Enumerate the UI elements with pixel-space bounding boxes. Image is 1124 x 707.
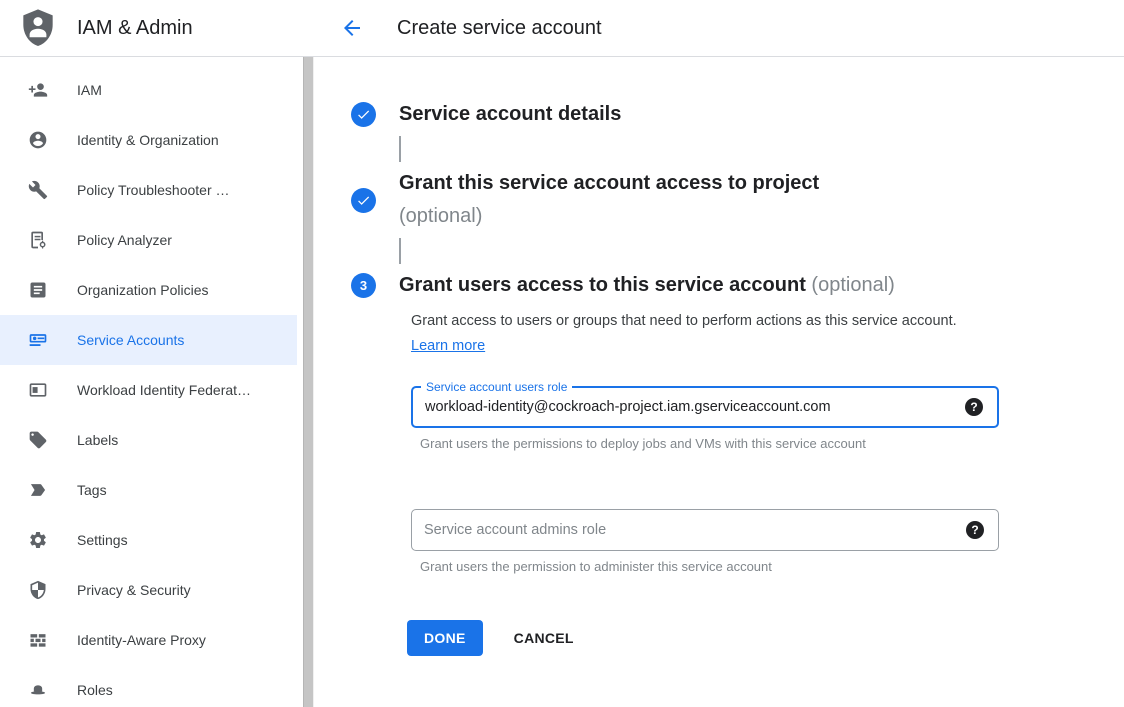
sidebar-scrollbar[interactable] (303, 57, 313, 707)
main-content: Service account details Grant this servi… (313, 57, 1124, 707)
sidebar-item-label: Policy Troubleshooter … (77, 182, 230, 198)
step-1-title: Service account details (399, 98, 621, 131)
sidebar-item-privacy-security[interactable]: Privacy & Security (0, 565, 297, 615)
sidebar-item-label: Policy Analyzer (77, 232, 172, 248)
page-title: Create service account (397, 0, 602, 57)
product-title: IAM & Admin (77, 0, 193, 57)
step-1-check-icon (351, 102, 376, 127)
wrench-icon (28, 180, 48, 200)
sidebar-item-iam[interactable]: IAM (0, 65, 297, 115)
service-account-users-role-input[interactable] (413, 388, 997, 426)
sidebar-item-label: Privacy & Security (77, 582, 191, 598)
step-2-title: Grant this service account access to pro… (399, 167, 899, 233)
sidebar-item-identity-aware-proxy[interactable]: Identity-Aware Proxy (0, 615, 297, 665)
done-button[interactable]: DONE (407, 620, 483, 656)
sidebar-nav: IAM Identity & Organization Policy Troub… (0, 57, 313, 707)
step-3-body: Grant access to users or groups that nee… (411, 309, 1124, 656)
sidebar-item-label: Settings (77, 532, 128, 548)
users-role-helper-text: Grant users the permissions to deploy jo… (411, 436, 991, 451)
step-1-row: Service account details (351, 98, 1124, 131)
gear-icon (28, 530, 48, 550)
step-3-row: 3 Grant users access to this service acc… (351, 269, 1124, 302)
sidebar-item-label: Labels (77, 432, 118, 448)
person-add-icon (28, 80, 48, 100)
sidebar-item-label: IAM (77, 82, 102, 98)
step-connector (399, 238, 401, 264)
sidebar-item-policy-troubleshooter[interactable]: Policy Troubleshooter … (0, 165, 297, 215)
sidebar-item-organization-policies[interactable]: Organization Policies (0, 265, 297, 315)
sidebar-item-roles[interactable]: Roles (0, 665, 297, 707)
hat-icon (28, 680, 48, 700)
step-3-description: Grant access to users or groups that nee… (411, 309, 967, 359)
sidebar-item-label: Identity-Aware Proxy (77, 632, 206, 648)
proxy-grid-icon (28, 630, 48, 650)
arrow-left-icon (340, 16, 364, 40)
badge-card-icon (28, 380, 48, 400)
sidebar-item-settings[interactable]: Settings (0, 515, 297, 565)
users-role-field: Service account users role ? (411, 386, 999, 428)
iam-shield-person-icon (22, 9, 54, 47)
step-connector (399, 136, 401, 162)
account-circle-icon (28, 130, 48, 150)
step-3-number-badge: 3 (351, 273, 376, 298)
help-icon[interactable]: ? (966, 521, 984, 539)
sidebar-item-label: Identity & Organization (77, 132, 219, 148)
tag-arrow-icon (28, 480, 48, 500)
help-icon[interactable]: ? (965, 398, 983, 416)
sidebar-item-identity-organization[interactable]: Identity & Organization (0, 115, 297, 165)
sidebar-item-label: Organization Policies (77, 282, 209, 298)
cancel-button[interactable]: CANCEL (514, 630, 574, 646)
sidebar-item-workload-identity-federation[interactable]: Workload Identity Federat… (0, 365, 297, 415)
service-account-key-icon (28, 330, 48, 350)
document-gear-icon (28, 230, 48, 250)
admins-role-helper-text: Grant users the permission to administer… (411, 559, 991, 574)
sidebar-item-tags[interactable]: Tags (0, 465, 297, 515)
learn-more-link[interactable]: Learn more (411, 338, 485, 354)
sidebar-item-labels[interactable]: Labels (0, 415, 297, 465)
sidebar-item-service-accounts[interactable]: Service Accounts (0, 315, 297, 365)
step-3-optional: (optional) (811, 274, 894, 296)
form-actions: DONE CANCEL (407, 620, 1084, 656)
sidebar-item-label: Workload Identity Federat… (77, 382, 251, 398)
top-bar: IAM & Admin Create service account (0, 0, 1124, 57)
step-2-check-icon (351, 188, 376, 213)
sidebar-item-label: Service Accounts (77, 332, 184, 348)
service-account-admins-role-input[interactable] (412, 510, 998, 550)
step-2-row: Grant this service account access to pro… (351, 167, 1124, 233)
step-3-title: Grant users access to this service accou… (399, 269, 895, 302)
article-icon (28, 280, 48, 300)
sidebar-item-label: Roles (77, 682, 113, 698)
sidebar: IAM Identity & Organization Policy Troub… (0, 57, 313, 707)
admins-role-field: ? (411, 509, 999, 551)
shield-icon (28, 580, 48, 600)
label-tag-icon (28, 430, 48, 450)
sidebar-item-label: Tags (77, 482, 107, 498)
back-button[interactable] (338, 14, 366, 42)
sidebar-item-policy-analyzer[interactable]: Policy Analyzer (0, 215, 297, 265)
step-2-optional: (optional) (399, 205, 482, 227)
